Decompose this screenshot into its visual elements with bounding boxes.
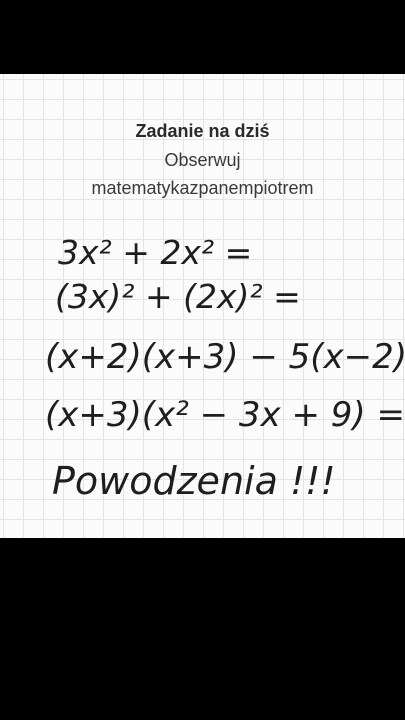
closing-message: Powodzenia !!! bbox=[52, 459, 336, 503]
equation-3: (x+2)(x+3) − 5(x−2) = bbox=[45, 337, 405, 377]
whiteboard-card: Zadanie na dziś Obserwuj matematykazpane… bbox=[0, 74, 405, 538]
equation-4: (x+3)(x² − 3x + 9) = bbox=[45, 395, 405, 435]
equation-2: (3x)² + (2x)² = bbox=[55, 277, 301, 316]
equation-1: 3x² + 2x² = bbox=[58, 233, 252, 272]
handwritten-area: 3x² + 2x² = (3x)² + (2x)² = (x+2)(x+3) −… bbox=[45, 233, 405, 503]
